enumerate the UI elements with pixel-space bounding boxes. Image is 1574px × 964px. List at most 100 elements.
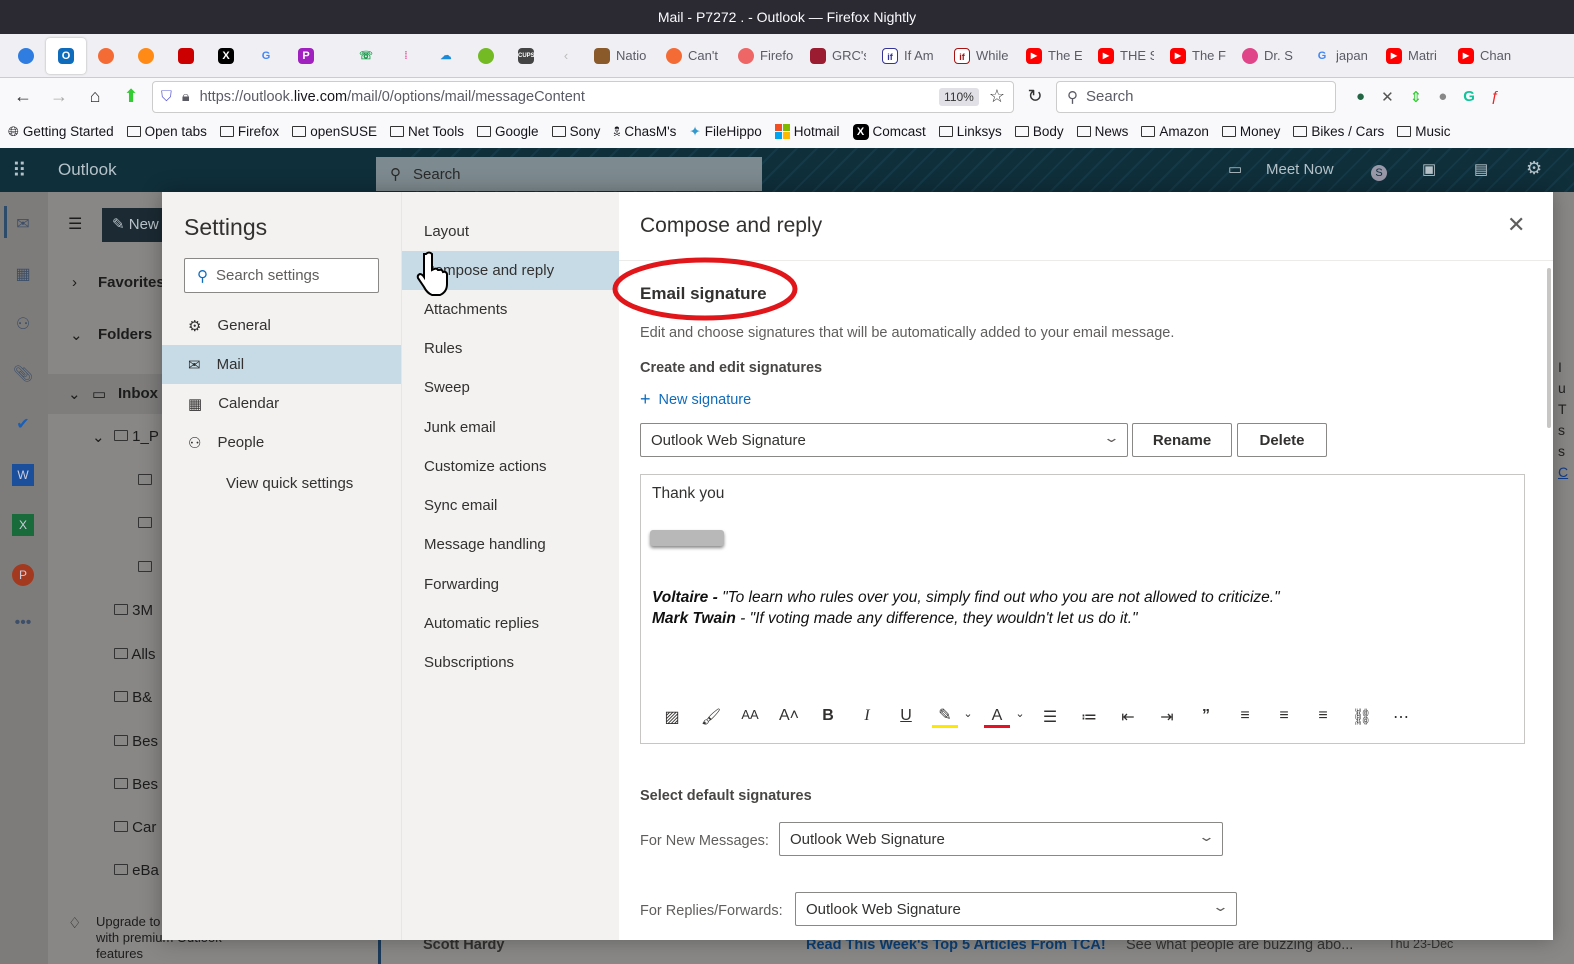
- attachment-icon[interactable]: 📎︎: [12, 364, 34, 386]
- reload-button[interactable]: ↻: [1020, 82, 1050, 112]
- bookmark-filehippo[interactable]: ✦ FileHippo: [689, 124, 761, 140]
- tab-scroll-left[interactable]: ‹: [546, 38, 586, 74]
- bullets-icon[interactable]: ☰: [1037, 707, 1063, 727]
- folder-icon[interactable]: [138, 515, 152, 532]
- bookmark-folder[interactable]: Music: [1397, 124, 1450, 139]
- bookmark-getting-started[interactable]: 🌐︎ Getting Started: [8, 124, 114, 140]
- tab[interactable]: Firefo: [730, 38, 802, 74]
- format-painter-icon[interactable]: 🖌︎: [698, 707, 724, 727]
- section-sweep[interactable]: Sweep: [402, 368, 620, 407]
- section-automatic-replies[interactable]: Automatic replies: [402, 604, 620, 643]
- pinned-tab-outlook[interactable]: O: [46, 37, 86, 74]
- search-settings-input[interactable]: ⚲ Search settings: [184, 258, 379, 293]
- settings-nav-general[interactable]: ⚙ General: [162, 306, 401, 345]
- folder-item[interactable]: B&: [114, 689, 152, 706]
- bookmark-folder[interactable]: Amazon: [1141, 124, 1209, 139]
- signature-select[interactable]: Outlook Web Signature ⌄: [640, 423, 1128, 457]
- tab[interactable]: ▶ Matri: [1378, 38, 1450, 74]
- bookmark-folder[interactable]: Money: [1221, 124, 1280, 139]
- underline-icon[interactable]: U: [893, 707, 919, 725]
- onenote-icon[interactable]: ▣: [1422, 160, 1436, 178]
- section-subscriptions[interactable]: Subscriptions: [402, 643, 620, 682]
- folder-icon[interactable]: [138, 472, 152, 489]
- bookmark-comcast[interactable]: X Comcast: [852, 123, 926, 140]
- close-icon[interactable]: ✕: [1507, 212, 1525, 238]
- bookmark-folder[interactable]: Firefox: [219, 124, 279, 139]
- todo-icon[interactable]: ✔: [12, 414, 34, 436]
- hamburger-icon[interactable]: ☰: [68, 214, 82, 234]
- pinned-tab-firefox[interactable]: [86, 38, 126, 74]
- chevron-down-icon[interactable]: ⌄: [1007, 707, 1033, 720]
- my-day-icon[interactable]: ▤: [1474, 160, 1488, 178]
- word-icon[interactable]: W: [12, 464, 34, 486]
- insert-image-icon[interactable]: ▨: [659, 707, 685, 727]
- mail-icon[interactable]: ✉: [12, 214, 34, 236]
- section-customize-actions[interactable]: Customize actions: [402, 447, 620, 486]
- pinned-tab-red[interactable]: [166, 38, 206, 74]
- tab[interactable]: ▶ The E: [1018, 38, 1090, 74]
- chevron-down-icon[interactable]: ⌄: [70, 326, 83, 344]
- extension-button[interactable]: ⬆: [116, 82, 146, 112]
- delete-button[interactable]: Delete: [1237, 423, 1327, 457]
- flash-icon[interactable]: ƒ: [1491, 88, 1499, 106]
- favorites-header[interactable]: Favorites: [98, 274, 165, 291]
- extension-tools-icon[interactable]: ✕: [1381, 88, 1394, 106]
- forward-button[interactable]: →: [44, 82, 74, 112]
- more-options-icon[interactable]: ⋯: [1388, 707, 1414, 727]
- bookmark-folder[interactable]: Body: [1014, 124, 1064, 139]
- settings-nav-calendar[interactable]: ▦ Calendar: [162, 384, 401, 423]
- bookmark-folder[interactable]: News: [1076, 124, 1128, 139]
- tab[interactable]: if While: [946, 38, 1018, 74]
- excel-icon[interactable]: X: [12, 514, 34, 536]
- pinned-tab-cups[interactable]: CUPS: [506, 38, 546, 74]
- pinned-tab-x[interactable]: X: [206, 38, 246, 74]
- scrollbar-thumb[interactable]: [1547, 268, 1551, 428]
- message-row[interactable]: Scott Hardy Read This Week's Top 5 Artic…: [378, 937, 1574, 959]
- section-sync-email[interactable]: Sync email: [402, 486, 620, 525]
- decrease-indent-icon[interactable]: ⇤: [1115, 707, 1141, 727]
- section-message-handling[interactable]: Message handling: [402, 525, 620, 564]
- section-forwarding[interactable]: Forwarding: [402, 565, 620, 604]
- link-icon[interactable]: ⛓︎: [1349, 707, 1375, 727]
- bookmark-folder[interactable]: Linksys: [938, 124, 1002, 139]
- folder-item[interactable]: Car: [114, 819, 156, 836]
- tab[interactable]: GRC's: [802, 38, 874, 74]
- pinned-tab-p[interactable]: P: [286, 38, 326, 74]
- bookmark-folder[interactable]: Open tabs: [126, 124, 207, 139]
- pinned-tab-firefox-2[interactable]: [126, 38, 166, 74]
- folders-header[interactable]: Folders: [98, 326, 152, 343]
- section-junk-email[interactable]: Junk email: [402, 408, 620, 447]
- align-center-icon[interactable]: ≡: [1271, 707, 1297, 725]
- bookmark-folder[interactable]: Bikes / Cars: [1293, 124, 1384, 139]
- numbering-icon[interactable]: ≔: [1076, 707, 1102, 727]
- pinned-tab-phone[interactable]: ☏: [346, 38, 386, 74]
- tab[interactable]: ▶ Chan: [1450, 38, 1522, 74]
- video-icon[interactable]: ▭: [1228, 160, 1242, 178]
- italic-icon[interactable]: I: [854, 707, 880, 725]
- settings-gear-icon[interactable]: ⚙: [1526, 158, 1542, 179]
- replies-signature-select[interactable]: Outlook Web Signature ⌄: [795, 892, 1237, 926]
- pinned-tab-messenger[interactable]: [6, 38, 46, 74]
- quote-icon[interactable]: ”: [1193, 707, 1219, 725]
- bookmark-chasms[interactable]: 🕱︎ ChasM's: [613, 124, 676, 140]
- app-launcher-icon[interactable]: ⠿: [12, 158, 28, 183]
- calendar-icon[interactable]: ▦: [12, 264, 34, 286]
- bookmark-folder[interactable]: Net Tools: [389, 124, 464, 139]
- section-layout[interactable]: Layout: [402, 212, 620, 251]
- home-button[interactable]: ⌂: [80, 82, 110, 112]
- chevron-down-icon[interactable]: ⌄: [955, 707, 981, 720]
- folder-item[interactable]: Bes: [114, 776, 158, 793]
- skype-icon[interactable]: S: [1371, 165, 1387, 181]
- settings-nav-mail[interactable]: ✉ Mail: [162, 345, 401, 384]
- grow-font-icon[interactable]: A˄: [776, 707, 802, 725]
- new-signature-button[interactable]: + New signature: [640, 390, 751, 408]
- zoom-level-button[interactable]: 110%: [939, 87, 979, 106]
- tab[interactable]: Natio: [586, 38, 658, 74]
- extension-globe-icon[interactable]: ●: [1356, 88, 1365, 106]
- folder-icon[interactable]: [138, 559, 152, 576]
- url-bar[interactable]: ⛉ 🔒︎ https://outlook.live.com/mail/0/opt…: [152, 80, 1014, 113]
- pinned-tab-podcast[interactable]: ⁞: [386, 38, 426, 74]
- folder-item[interactable]: eBa: [114, 862, 159, 879]
- settings-nav-people[interactable]: ⚇ People: [162, 423, 401, 462]
- view-quick-settings-link[interactable]: View quick settings: [226, 475, 353, 492]
